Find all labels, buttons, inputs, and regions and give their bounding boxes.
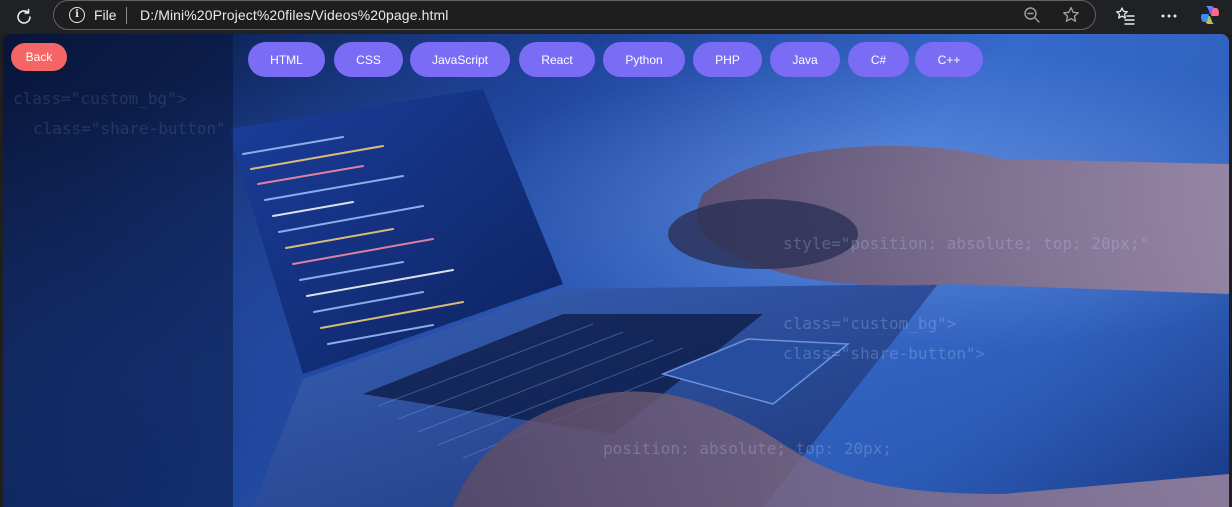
tab-css[interactable]: CSS — [334, 42, 403, 77]
tab-react[interactable]: React — [519, 42, 595, 77]
page-viewport: class="custom_bg"> class="share-button" … — [3, 34, 1229, 507]
back-button[interactable]: Back — [11, 43, 67, 71]
favorite-star-icon[interactable] — [1061, 5, 1081, 25]
reload-icon[interactable] — [12, 5, 36, 29]
url-text[interactable]: D:/Mini%20Project%20files/Videos%20page.… — [140, 7, 448, 23]
tab-cpp[interactable]: C++ — [915, 42, 983, 77]
tab-html[interactable]: HTML — [248, 42, 325, 77]
more-options-icon[interactable] — [1158, 5, 1180, 27]
zoom-out-icon[interactable] — [1022, 5, 1042, 25]
tab-java[interactable]: Java — [770, 42, 840, 77]
tab-javascript[interactable]: JavaScript — [410, 42, 510, 77]
tab-python[interactable]: Python — [603, 42, 685, 77]
address-bar[interactable]: i File D:/Mini%20Project%20files/Videos%… — [53, 0, 1096, 30]
copilot-icon[interactable] — [1198, 3, 1222, 27]
coding-laptop-background-image: class="custom_bg"> class="share-button" … — [3, 34, 1229, 507]
scheme-label: File — [94, 7, 117, 23]
svg-text:class="share-button">: class="share-button"> — [783, 344, 985, 363]
svg-text:position: absolute; top: 20px;: position: absolute; top: 20px; — [603, 439, 892, 458]
address-separator — [126, 7, 127, 24]
info-icon[interactable]: i — [69, 7, 85, 23]
svg-text:class="custom_bg">: class="custom_bg"> — [783, 314, 956, 333]
browser-toolbar: i File D:/Mini%20Project%20files/Videos%… — [0, 0, 1232, 34]
tab-csharp[interactable]: C# — [848, 42, 909, 77]
tab-php[interactable]: PHP — [693, 42, 762, 77]
svg-text:style="position: absolute; top: style="position: absolute; top: 20px;" — [783, 234, 1149, 253]
favorites-list-icon[interactable] — [1114, 5, 1136, 27]
